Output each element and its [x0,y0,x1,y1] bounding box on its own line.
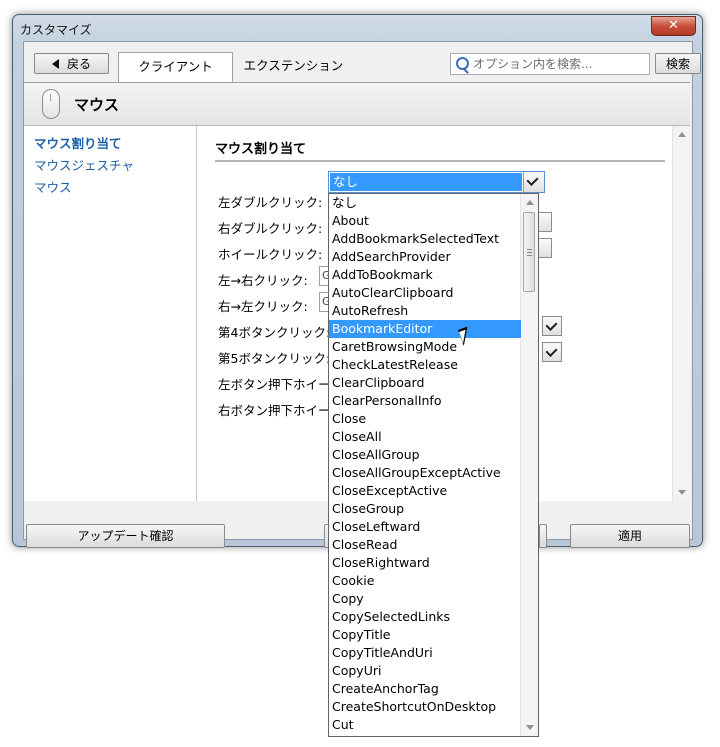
row-label-left-right: 左→右クリック: [218,273,308,288]
chevron-down-icon [545,318,558,332]
dropdown-option[interactable]: CloseLeftward [329,518,521,536]
dropdown-option[interactable]: Copy [329,590,521,608]
dropdown-option[interactable]: CloseRead [329,536,521,554]
scroll-up-icon[interactable] [526,200,534,205]
content-scrollbar[interactable] [672,126,690,501]
scrollbar-thumb[interactable] [523,212,535,292]
dropdown-option[interactable]: Cookie [329,572,521,590]
dropdown-option[interactable]: Cut [329,716,521,734]
tab-client[interactable]: クライアント [118,52,233,82]
back-arrow-icon [51,59,59,69]
tab-extension[interactable]: エクステンション [236,52,351,82]
section-divider [215,160,665,162]
scroll-up-icon[interactable] [678,132,686,137]
button4-combo-button[interactable] [542,316,562,336]
row-label-left-double: 左ダブルクリック: [218,195,323,210]
mouse-icon [42,89,60,119]
scroll-down-icon[interactable] [526,725,534,730]
chevron-down-icon [526,173,539,187]
dropdown-option[interactable]: CloseRightward [329,554,521,572]
dropdown-option[interactable]: AutoClearClipboard [329,284,521,302]
dropdown-option[interactable]: CloseGroup [329,500,521,518]
dropdown-scrollbar[interactable] [520,194,538,736]
row-label-left-wheel: 左ボタン押下ホイール [218,377,344,392]
dropdown-option[interactable]: BookmarkEditor [329,320,521,338]
dropdown-option[interactable]: CloseAllGroupExceptActive [329,464,521,482]
sidebar: マウス割り当て マウスジェスチャ マウス [24,126,197,501]
hidden-middle-button-right[interactable] [539,524,547,548]
scroll-down-icon[interactable] [678,490,686,495]
grip-line [527,252,532,253]
row-label-right-left: 右→左クリック: [218,299,308,314]
combo-selected-value: なし [330,173,522,191]
dropdown-option[interactable]: CloseAll [329,428,521,446]
row-label-right-double: 右ダブルクリック: [218,221,323,236]
search-input[interactable]: オプション内を検索... [450,53,650,75]
search-placeholder: オプション内を検索... [473,57,593,71]
row-label-button5: 第5ボタンクリック: [218,351,331,366]
sidebar-item-mouse[interactable]: マウス [34,177,72,196]
dropdown-option[interactable]: CaretBrowsingMode [329,338,521,356]
apply-button[interactable]: 適用 [570,524,690,548]
dropdown-option[interactable]: CloseAllGroup [329,446,521,464]
dropdown-option[interactable]: CheckLatestRelease [329,356,521,374]
dropdown-option[interactable]: なし [329,194,521,212]
page-title: マウス [74,96,120,114]
search-icon [456,57,469,70]
dropdown-option[interactable]: About [329,212,521,230]
dropdown-option[interactable]: Close [329,410,521,428]
dropdown-option[interactable]: AutoRefresh [329,302,521,320]
dropdown-option[interactable]: AddBookmarkSelectedText [329,230,521,248]
row-label-wheel: ホイールクリック: [218,247,323,262]
button5-combo-button[interactable] [542,342,562,362]
sidebar-item-mouse-assign[interactable]: マウス割り当て [34,133,122,152]
window-title: カスタマイズ [20,23,92,37]
dropdown-option[interactable]: AddSearchProvider [329,248,521,266]
dropdown-option[interactable]: CreateShortcutOnDesktop [329,698,521,716]
combo-dropdown-list[interactable]: なし About AddBookmarkSelectedText AddSearchP… [328,193,539,737]
dropdown-option[interactable]: ClearPersonalInfo [329,392,521,410]
dropdown-option[interactable]: CopyUri [329,662,521,680]
dropdown-option[interactable]: CopyTitle [329,626,521,644]
sidebar-item-mouse-gesture[interactable]: マウスジェスチャ [34,155,134,174]
update-check-button[interactable]: アップデート確認 [26,524,225,548]
chevron-down-icon [545,344,558,358]
dropdown-option[interactable]: AddToBookmark [329,266,521,284]
back-button[interactable]: 戻る [34,53,109,74]
row-label-right-wheel: 右ボタン押下ホイール [218,403,344,418]
page-header: マウス [24,82,690,126]
back-label: 戻る [66,57,91,71]
grip-line [527,255,532,256]
dropdown-option[interactable]: CloseExceptActive [329,482,521,500]
dropdown-option[interactable]: ClearClipboard [329,374,521,392]
combo-dropdown-button[interactable] [523,172,544,192]
grip-line [527,249,532,250]
dropdown-option[interactable]: CopySelectedLinks [329,608,521,626]
action-combo[interactable]: なし [328,171,545,193]
search-button[interactable]: 検索 [655,53,701,74]
dropdown-option[interactable]: CopyTitleAndUri [329,644,521,662]
section-title: マウス割り当て [215,142,307,157]
row-label-button4: 第4ボタンクリック: [218,325,331,340]
dropdown-option[interactable]: CreateAnchorTag [329,680,521,698]
close-button[interactable]: ✕ [651,16,696,36]
